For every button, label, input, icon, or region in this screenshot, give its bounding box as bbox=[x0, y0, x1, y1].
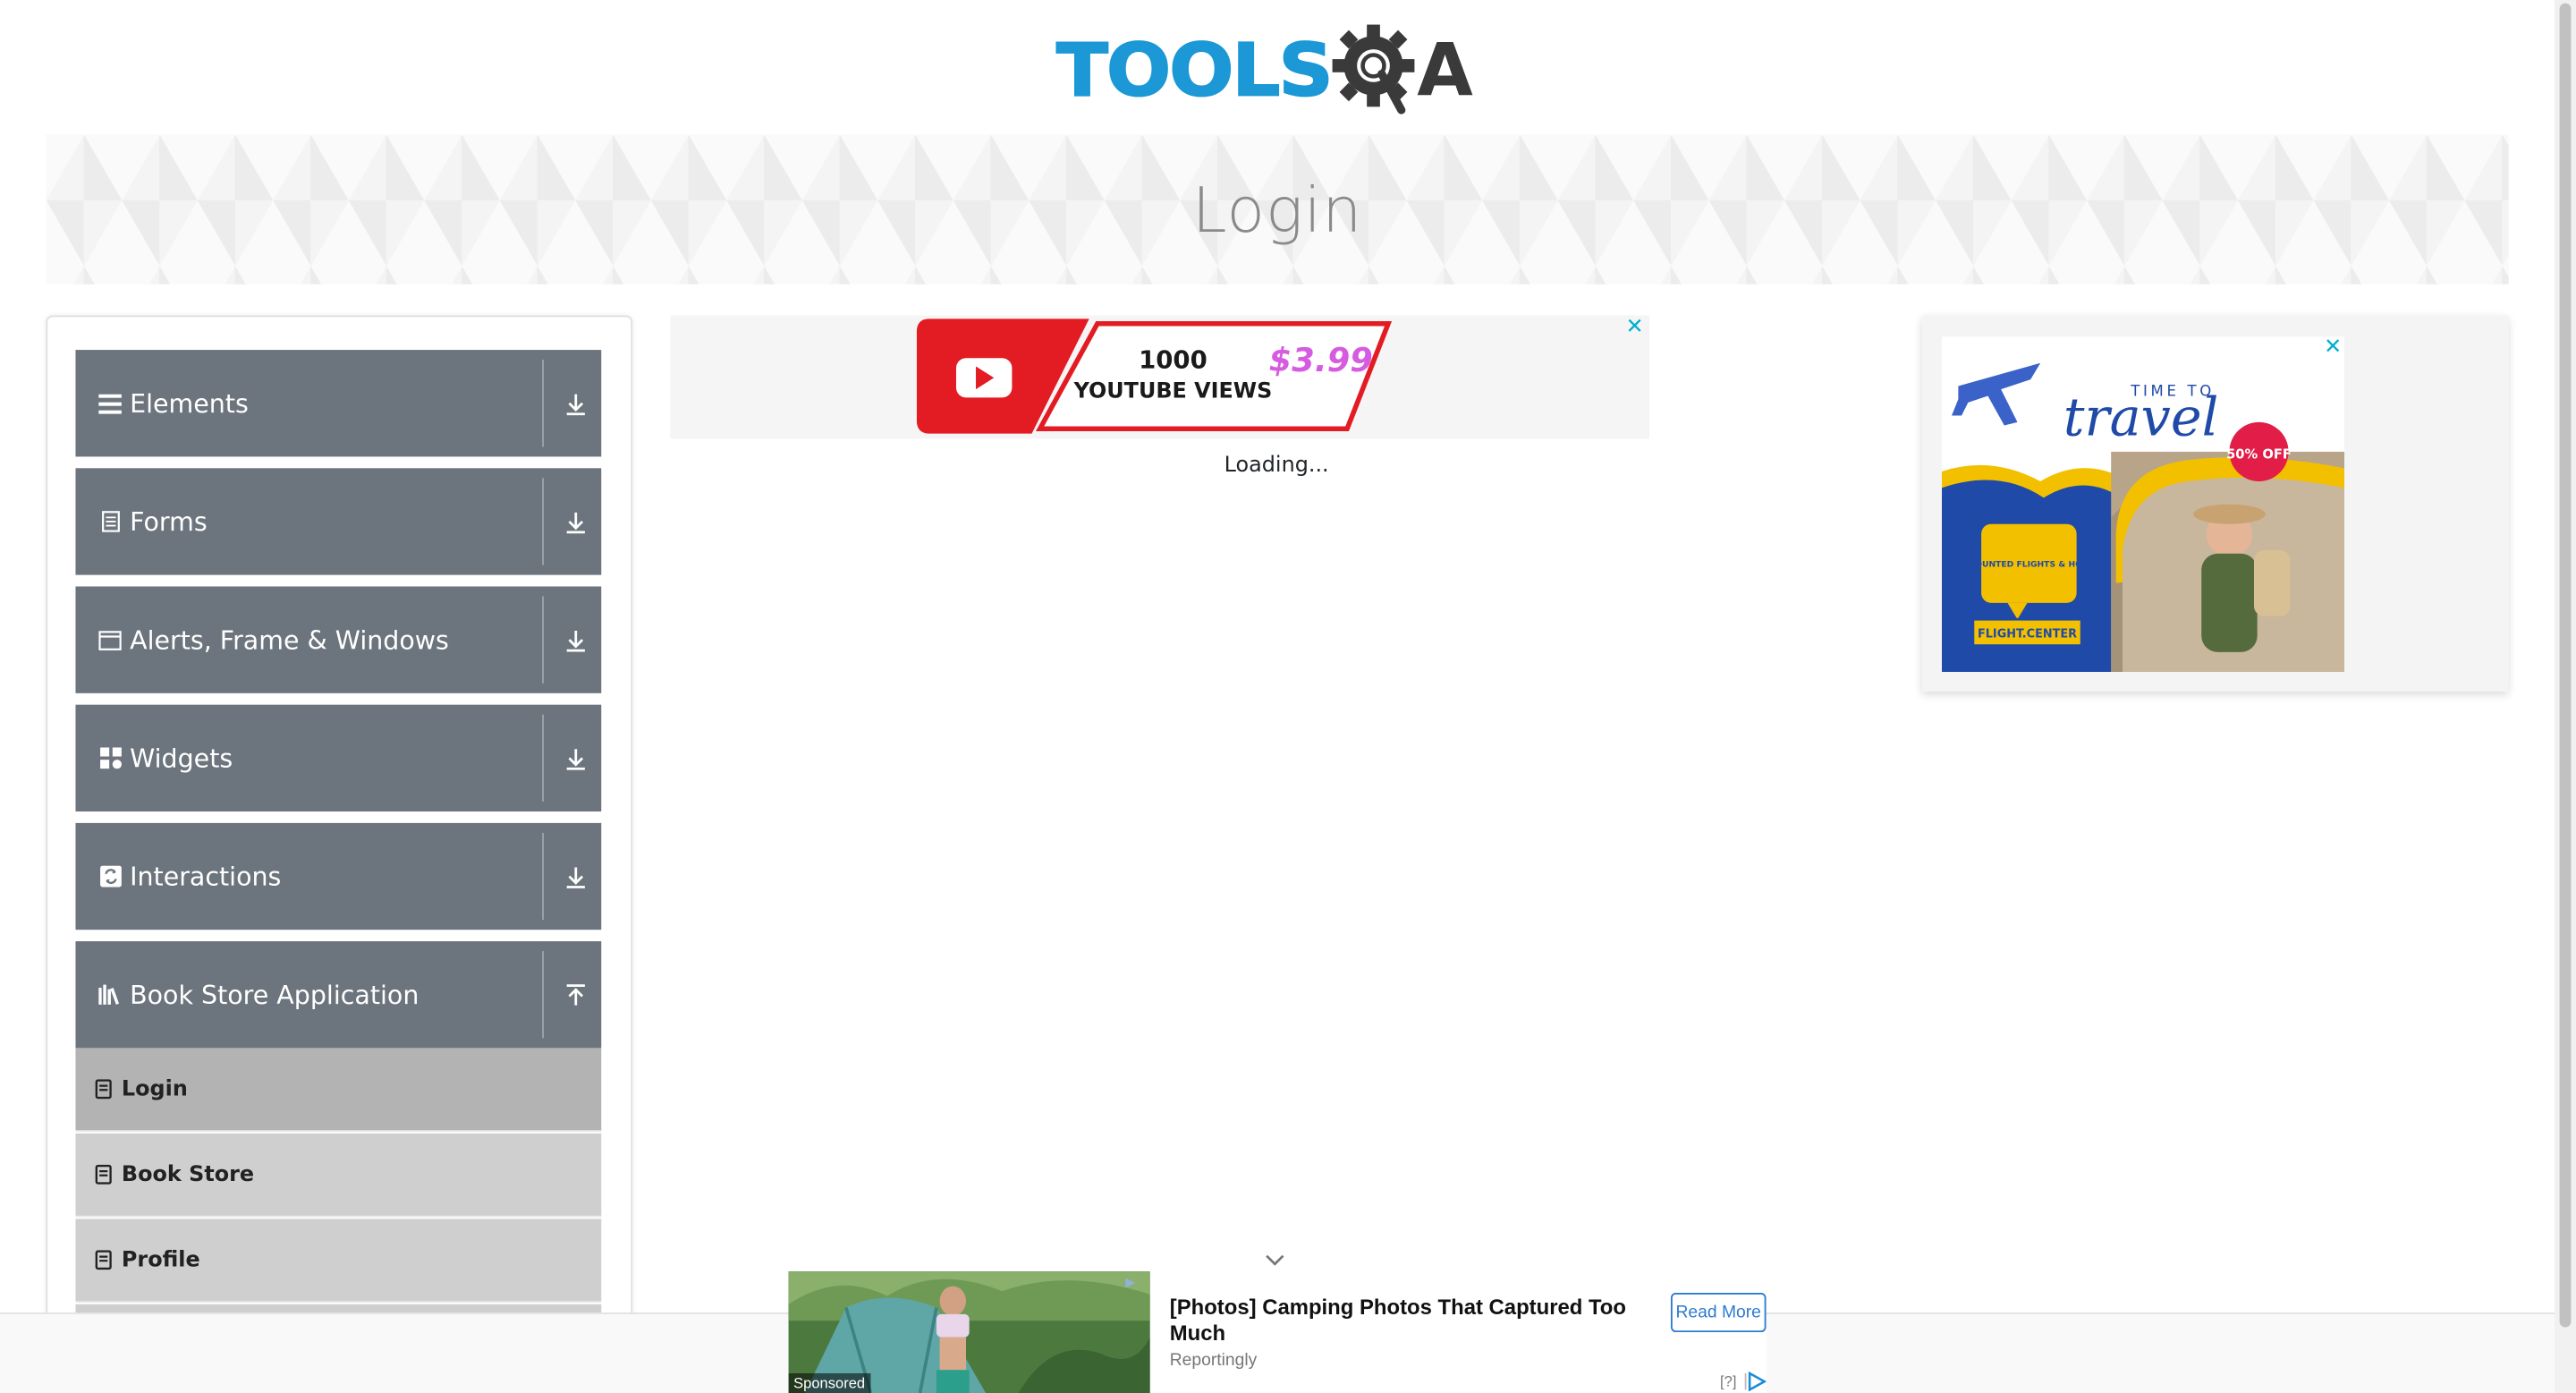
file-icon bbox=[95, 1079, 112, 1100]
read-more-button[interactable]: Read More bbox=[1670, 1292, 1767, 1333]
widgets-icon bbox=[98, 746, 122, 769]
sidebar-group-interactions[interactable]: Interactions bbox=[75, 822, 602, 930]
interactions-icon bbox=[98, 865, 122, 888]
ad-photo[interactable]: Sponsored bbox=[788, 1271, 1150, 1393]
close-ad-icon[interactable]: ✕ bbox=[2321, 335, 2344, 359]
ad-offer: DISCOUNTED FLIGHTS & HOTELS bbox=[1953, 559, 2105, 569]
divider bbox=[542, 951, 544, 1039]
ad-banner-right[interactable]: TIME TO travel 50% OFF DISCOUNTED FLIGHT… bbox=[1921, 315, 2509, 692]
sidebar-item-book-store[interactable]: Book Store bbox=[75, 1133, 602, 1218]
divider bbox=[542, 714, 544, 803]
ad-brand: FLIGHT.CENTER bbox=[1978, 627, 2077, 641]
adchoices-icon[interactable] bbox=[1744, 1372, 1767, 1392]
sidebar-group-widgets[interactable]: Widgets bbox=[75, 704, 602, 812]
sidebar-group-alerts[interactable]: Alerts, Frame & Windows bbox=[75, 586, 602, 693]
logo-text-a: A bbox=[1417, 29, 1473, 113]
sidebar-group-label: Interactions bbox=[130, 862, 282, 892]
ad-discount: 50% OFF bbox=[2226, 446, 2292, 462]
toolsqa-logo[interactable]: TOOLS A bbox=[1055, 20, 1473, 122]
ad-info-link[interactable]: [?] bbox=[1720, 1373, 1736, 1389]
scrollbar-thumb[interactable] bbox=[2559, 3, 2572, 1328]
left-panel: Elements Forms Alerts, Frame & Windows W… bbox=[46, 315, 633, 1393]
youtube-views-ad-image[interactable]: 1000 YOUTUBE VIEWS $3.99 bbox=[916, 319, 1394, 434]
travel-ad-image[interactable]: TIME TO travel 50% OFF DISCOUNTED FLIGHT… bbox=[1942, 336, 2345, 672]
download-arrow-icon[interactable] bbox=[562, 389, 588, 419]
sidebar-group-book-store-application[interactable]: Book Store Application bbox=[75, 941, 602, 1049]
logo-text-tools: TOOLS bbox=[1055, 28, 1335, 113]
sidebar-group-label: Elements bbox=[130, 388, 249, 419]
sidebar-item-profile[interactable]: Profile bbox=[75, 1219, 602, 1304]
sidebar-group-label: Widgets bbox=[130, 743, 233, 773]
divider bbox=[542, 832, 544, 921]
ad-headline: travel bbox=[2063, 386, 2218, 448]
sidebar-group-label: Forms bbox=[130, 506, 208, 537]
ad-headline[interactable]: [Photos] Camping Photos That Captured To… bbox=[1170, 1295, 1647, 1347]
download-arrow-icon[interactable] bbox=[562, 626, 588, 656]
bottom-sponsored-ad[interactable]: Sponsored [Photos] Camping Photos That C… bbox=[788, 1271, 1767, 1393]
hamburger-icon bbox=[98, 392, 122, 415]
sidebar-group-elements[interactable]: Elements bbox=[75, 350, 602, 457]
page: TOOLS A Login Elements Forms Alerts, Fra… bbox=[0, 0, 2576, 1393]
sidebar-item-label: Book Store bbox=[121, 1162, 255, 1187]
form-icon bbox=[98, 510, 122, 533]
file-icon bbox=[95, 1164, 112, 1185]
loading-text: Loading... bbox=[1224, 453, 1329, 479]
download-arrow-icon[interactable] bbox=[562, 507, 588, 537]
sidebar-item-login[interactable]: Login bbox=[75, 1048, 602, 1133]
sidebar-group-forms[interactable]: Forms bbox=[75, 468, 602, 575]
gear-magnifier-icon bbox=[1331, 24, 1414, 115]
sponsored-label: Sponsored bbox=[788, 1372, 870, 1393]
download-arrow-icon[interactable] bbox=[562, 862, 588, 892]
download-arrow-icon[interactable] bbox=[562, 744, 588, 774]
sidebar-group-label: Book Store Application bbox=[130, 980, 419, 1010]
sidebar-item-label: Profile bbox=[121, 1247, 200, 1273]
sidebar-item-label: Login bbox=[121, 1076, 188, 1102]
ad-banner-top[interactable]: 1000 YOUTUBE VIEWS $3.99 ✕ bbox=[670, 315, 1650, 439]
divider bbox=[542, 478, 544, 565]
ad-source: Reportingly bbox=[1169, 1350, 1258, 1371]
page-scrollbar[interactable] bbox=[2555, 0, 2576, 1393]
window-icon bbox=[98, 628, 122, 651]
divider bbox=[542, 360, 544, 447]
file-icon bbox=[95, 1250, 112, 1270]
chevron-down-icon[interactable] bbox=[1262, 1248, 1288, 1271]
divider bbox=[542, 596, 544, 684]
close-ad-icon[interactable]: ✕ bbox=[1623, 315, 1647, 339]
books-icon bbox=[98, 983, 122, 1007]
upload-arrow-icon[interactable] bbox=[562, 981, 588, 1010]
ad-price: $3.99 bbox=[1269, 341, 1373, 379]
ad-line1: 1000 bbox=[1139, 345, 1208, 374]
sidebar-group-label: Alerts, Frame & Windows bbox=[130, 624, 449, 655]
page-title: Login bbox=[1191, 173, 1363, 246]
main-header: Login bbox=[46, 134, 2509, 285]
ad-line2: YOUTUBE VIEWS bbox=[1073, 378, 1273, 403]
